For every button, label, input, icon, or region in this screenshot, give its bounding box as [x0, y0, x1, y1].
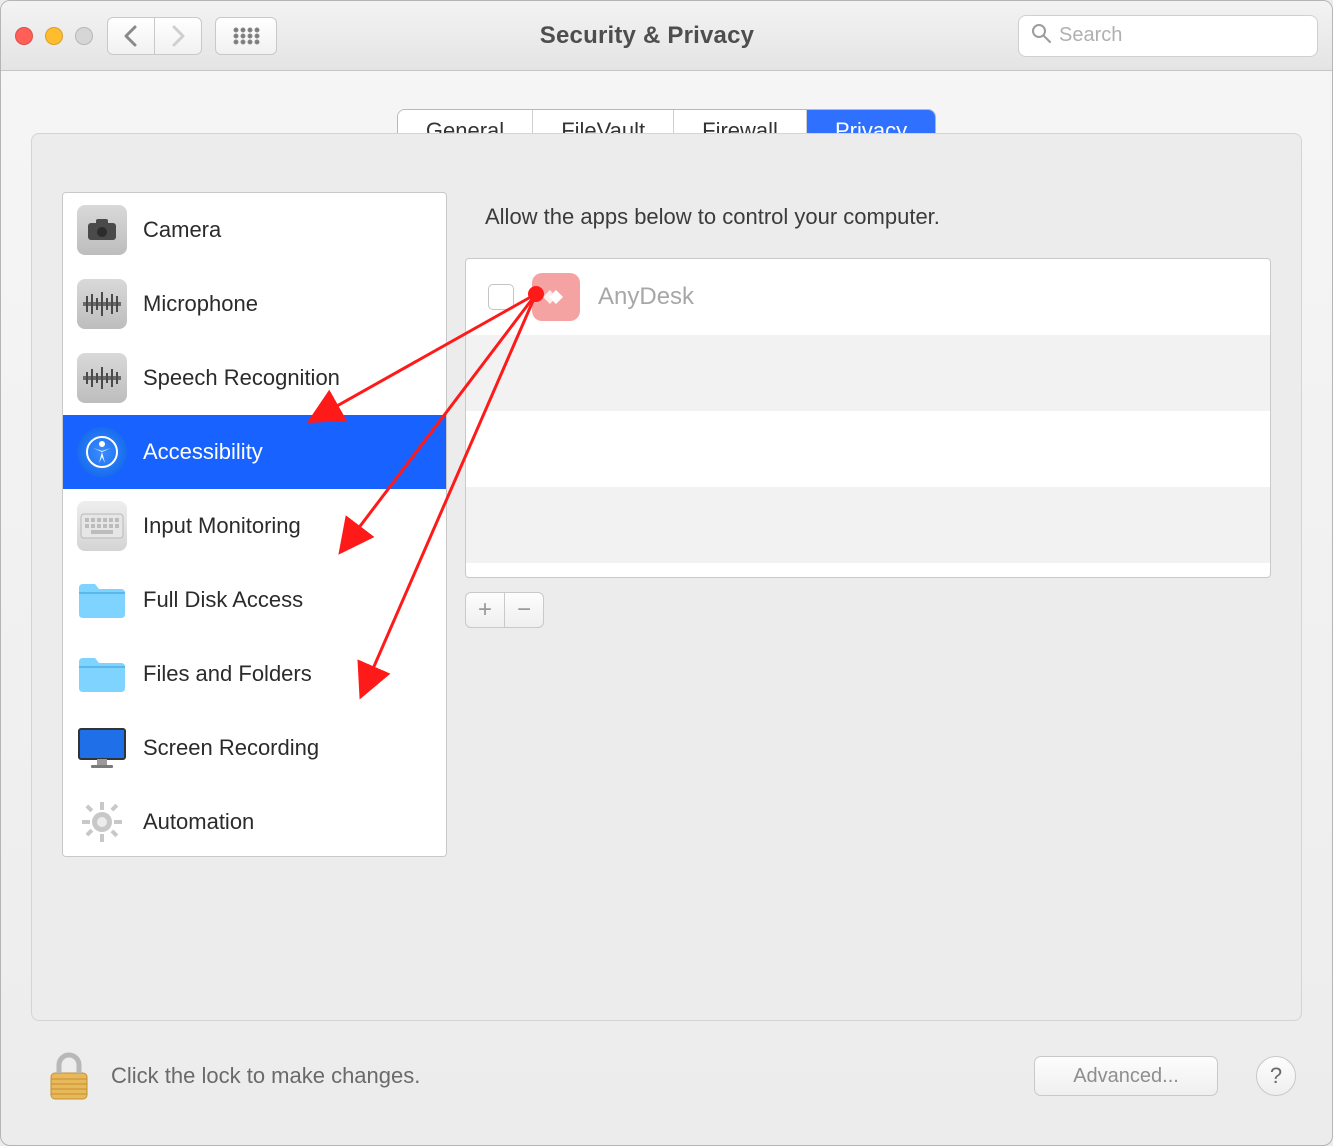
- sidebar-item-automation[interactable]: Automation: [63, 785, 446, 857]
- privacy-category-list[interactable]: Camera Microphone Speech Recognition: [62, 192, 447, 857]
- lock-icon[interactable]: [47, 1051, 91, 1101]
- window-title: Security & Privacy: [290, 22, 1004, 50]
- sidebar-item-label: Automation: [143, 809, 254, 835]
- folder-icon: [77, 649, 127, 699]
- app-row-empty: [466, 487, 1270, 563]
- sidebar-item-screen-recording[interactable]: Screen Recording: [63, 711, 446, 785]
- sidebar-item-label: Files and Folders: [143, 661, 312, 687]
- close-window-button[interactable]: [15, 27, 33, 45]
- window-controls: [15, 27, 93, 45]
- sidebar-item-input-monitoring[interactable]: Input Monitoring: [63, 489, 446, 563]
- sidebar-item-camera[interactable]: Camera: [63, 193, 446, 267]
- minimize-window-button[interactable]: [45, 27, 63, 45]
- sidebar-item-accessibility[interactable]: Accessibility: [63, 415, 446, 489]
- sidebar-item-microphone[interactable]: Microphone: [63, 267, 446, 341]
- app-name-label: AnyDesk: [598, 283, 694, 311]
- nav-back-forward: [107, 17, 201, 55]
- keyboard-icon: [77, 501, 127, 551]
- speech-icon: [77, 353, 127, 403]
- permission-description: Allow the apps below to control your com…: [465, 192, 1271, 258]
- accessibility-icon: [77, 427, 127, 477]
- app-checkbox[interactable]: [488, 284, 514, 310]
- sidebar-item-files-and-folders[interactable]: Files and Folders: [63, 637, 446, 711]
- back-button[interactable]: [107, 17, 155, 55]
- sidebar-item-label: Camera: [143, 217, 221, 243]
- display-icon: [77, 723, 127, 773]
- forward-button[interactable]: [154, 17, 202, 55]
- lock-hint-text: Click the lock to make changes.: [111, 1063, 1014, 1089]
- sidebar-item-label: Accessibility: [143, 439, 263, 465]
- search-input[interactable]: [1059, 24, 1324, 47]
- preferences-window: Security & Privacy General FileVault Fir…: [0, 0, 1333, 1146]
- sidebar-item-full-disk-access[interactable]: Full Disk Access: [63, 563, 446, 637]
- sidebar-item-speech-recognition[interactable]: Speech Recognition: [63, 341, 446, 415]
- show-all-button[interactable]: [215, 17, 277, 55]
- app-row-anydesk[interactable]: AnyDesk: [466, 259, 1270, 335]
- add-remove-controls: + −: [465, 592, 1271, 628]
- search-field[interactable]: [1018, 15, 1318, 57]
- camera-icon: [77, 205, 127, 255]
- help-button[interactable]: ?: [1256, 1056, 1296, 1096]
- privacy-panel: Camera Microphone Speech Recognition: [31, 133, 1302, 1021]
- titlebar: Security & Privacy: [1, 1, 1332, 71]
- footer: Click the lock to make changes. Advanced…: [1, 1021, 1332, 1145]
- remove-app-button[interactable]: −: [504, 592, 544, 628]
- search-icon: [1031, 23, 1051, 48]
- sidebar-item-label: Screen Recording: [143, 735, 319, 761]
- sidebar-item-label: Input Monitoring: [143, 513, 301, 539]
- sidebar-item-label: Speech Recognition: [143, 365, 340, 391]
- app-row-empty: [466, 411, 1270, 487]
- sidebar-item-label: Full Disk Access: [143, 587, 303, 613]
- privacy-content: Camera Microphone Speech Recognition: [62, 192, 1271, 857]
- allowed-apps-list[interactable]: AnyDesk: [465, 258, 1271, 578]
- folder-icon: [77, 575, 127, 625]
- microphone-icon: [77, 279, 127, 329]
- grid-icon: [232, 26, 260, 46]
- app-row-empty: [466, 335, 1270, 411]
- add-app-button[interactable]: +: [465, 592, 505, 628]
- advanced-button[interactable]: Advanced...: [1034, 1056, 1218, 1096]
- anydesk-icon: [532, 273, 580, 321]
- zoom-window-button[interactable]: [75, 27, 93, 45]
- gear-icon: [77, 797, 127, 847]
- app-permission-pane: Allow the apps below to control your com…: [465, 192, 1271, 857]
- sidebar-item-label: Microphone: [143, 291, 258, 317]
